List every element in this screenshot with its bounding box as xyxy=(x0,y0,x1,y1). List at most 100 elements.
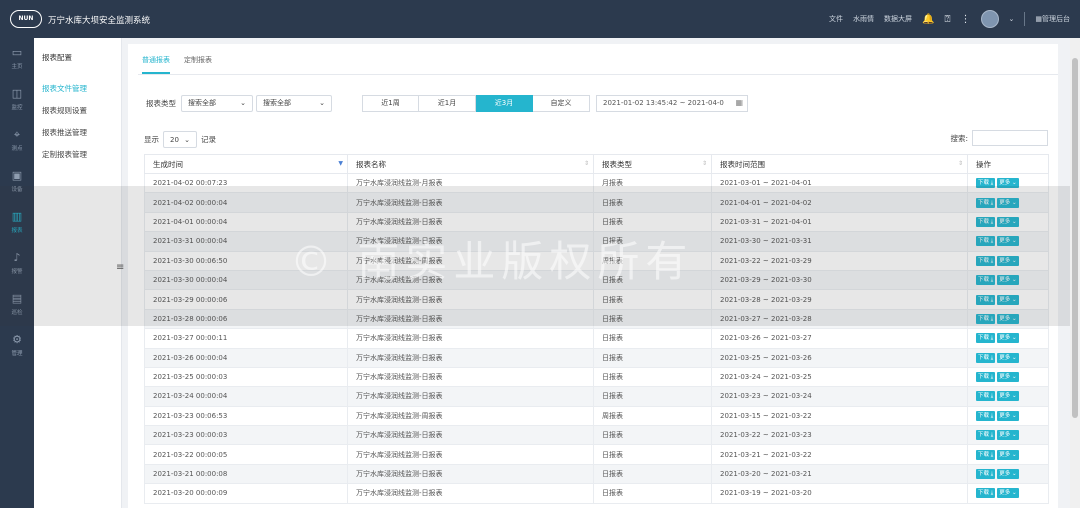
avatar[interactable] xyxy=(980,10,999,28)
row-actions: 下载 ⤓ 更多 ⌄ xyxy=(976,449,1048,460)
download-button[interactable]: 下载 ⤓ xyxy=(976,488,996,499)
more-button[interactable]: 更多 ⌄ xyxy=(997,275,1019,286)
cell-generated-time: 2021-03-23 00:00:03 xyxy=(144,425,348,446)
more-button[interactable]: 更多 ⌄ xyxy=(997,333,1019,344)
nav-item-monitor[interactable]: ◫ 监控 xyxy=(0,79,34,120)
cell-report-type: 周报表 xyxy=(593,405,712,427)
preset-3-months-button[interactable]: 近3月 xyxy=(476,94,533,112)
date-range-input[interactable]: 2021-01-02 13:45:42 ~ 2021-04-0 ▦ xyxy=(596,94,748,112)
more-button[interactable]: 更多 ⌄ xyxy=(997,236,1019,247)
more-button[interactable]: 更多 ⌄ xyxy=(997,469,1019,480)
cell-report-range: 2021-03-01 ~ 2021-04-01 xyxy=(711,172,968,194)
download-button[interactable]: 下载 ⤓ xyxy=(976,449,996,460)
download-button[interactable]: 下载 ⤓ xyxy=(976,410,996,421)
more-button[interactable]: 更多 ⌄ xyxy=(997,313,1019,324)
submenu-item-custom-reports[interactable]: 定制报表管理 xyxy=(34,144,121,166)
link-files[interactable]: 文件 xyxy=(829,14,843,24)
download-button[interactable]: 下载 ⤓ xyxy=(976,178,996,189)
link-data-screen[interactable]: 数据大屏 xyxy=(884,14,912,24)
cell-report-range: 2021-03-28 ~ 2021-03-29 xyxy=(711,289,968,310)
cell-actions: 下载 ⤓ 更多 ⌄ xyxy=(967,231,1049,252)
download-button[interactable]: 下载 ⤓ xyxy=(976,430,996,441)
col-report-range[interactable]: 报表时间范围 ⇕ xyxy=(711,154,968,174)
nav-item-reports[interactable]: ▥ 报表 xyxy=(0,202,34,243)
menu-toggle-icon[interactable]: ≡ xyxy=(116,262,124,273)
notification-icon[interactable]: 🔔 xyxy=(922,14,934,25)
col-generated-time[interactable]: 生成时间 ▼ xyxy=(144,154,348,174)
link-water-rain[interactable]: 水雨情 xyxy=(853,14,874,24)
page-scrollbar[interactable] xyxy=(1070,38,1080,508)
report-type-select-1[interactable]: 搜索全部 ⌄ xyxy=(181,94,253,112)
nav-item-manage[interactable]: ⚙ 管理 xyxy=(0,325,34,366)
chevron-down-icon: ⌄ xyxy=(184,135,190,144)
cell-actions: 下载 ⤓ 更多 ⌄ xyxy=(967,192,1049,213)
help-icon[interactable]: ⍰ xyxy=(945,14,951,25)
cell-report-name: 万宁水库浸润线监测-日报表 xyxy=(347,386,594,407)
download-button[interactable]: 下载 ⤓ xyxy=(976,469,996,480)
submenu-item-report-push[interactable]: 报表推送管理 xyxy=(34,122,121,144)
preset-1-week-button[interactable]: 近1周 xyxy=(362,94,419,112)
col-report-name[interactable]: 报表名称 ⇕ xyxy=(347,154,594,174)
download-button[interactable]: 下载 ⤓ xyxy=(976,255,996,266)
more-button[interactable]: 更多 ⌄ xyxy=(997,372,1019,383)
page-size-select[interactable]: 20 ⌄ xyxy=(163,131,197,148)
left-nav: ▭ 主页 ◫ 监控 ⌖ 测点 ▣ 设备 ▥ 报表 ♪ 报警 ▤ 巡检 ⚙ 管理 xyxy=(0,38,34,508)
more-label: 更多 xyxy=(999,199,1011,206)
chevron-down-icon: ⌄ xyxy=(240,99,246,107)
download-icon: ⤓ xyxy=(990,335,994,342)
cell-generated-time: 2021-03-23 00:06:53 xyxy=(144,405,348,427)
row-actions: 下载 ⤓ 更多 ⌄ xyxy=(976,469,1048,480)
download-button[interactable]: 下载 ⤓ xyxy=(976,372,996,383)
more-label: 更多 xyxy=(999,315,1011,322)
cell-report-name: 万宁水库浸润线监测-日报表 xyxy=(347,366,594,388)
more-button[interactable]: 更多 ⌄ xyxy=(997,449,1019,460)
nav-item-alarms[interactable]: ♪ 报警 xyxy=(0,243,34,284)
more-button[interactable]: 更多 ⌄ xyxy=(997,294,1019,305)
more-button[interactable]: 更多 ⌄ xyxy=(997,197,1019,208)
tab-custom-reports[interactable]: 定制报表 xyxy=(184,44,212,74)
submenu-item-report-files[interactable]: 报表文件管理 xyxy=(34,78,121,100)
download-button[interactable]: 下载 ⤓ xyxy=(976,313,996,324)
scroll-thumb[interactable] xyxy=(1072,58,1078,418)
more-button[interactable]: 更多 ⌄ xyxy=(997,488,1019,499)
col-report-type[interactable]: 报表类型 ⇕ xyxy=(593,154,712,174)
download-button[interactable]: 下载 ⤓ xyxy=(976,333,996,344)
preset-1-month-button[interactable]: 近1月 xyxy=(419,94,476,112)
download-button[interactable]: 下载 ⤓ xyxy=(976,391,996,402)
preset-custom-button[interactable]: 自定义 xyxy=(533,94,590,112)
chevron-down-icon: ⌄ xyxy=(1011,471,1017,478)
chevron-down-icon: ⌄ xyxy=(1011,199,1017,206)
download-button[interactable]: 下载 ⤓ xyxy=(976,197,996,208)
more-label: 更多 xyxy=(999,296,1011,303)
more-button[interactable]: 更多 ⌄ xyxy=(997,391,1019,402)
more-button[interactable]: 更多 ⌄ xyxy=(997,255,1019,266)
report-type-label: 报表类型 xyxy=(146,98,176,108)
admin-console-link[interactable]: ▦管理后台 xyxy=(1035,14,1070,24)
download-button[interactable]: 下载 ⤓ xyxy=(976,275,996,286)
tab-normal-reports[interactable]: 普通报表 xyxy=(142,44,170,74)
download-label: 下载 xyxy=(978,451,990,458)
more-button[interactable]: 更多 ⌄ xyxy=(997,352,1019,363)
more-button[interactable]: 更多 ⌄ xyxy=(997,216,1019,227)
download-button[interactable]: 下载 ⤓ xyxy=(976,216,996,227)
more-vertical-icon[interactable]: ⋮ xyxy=(961,14,971,25)
row-actions: 下载 ⤓ 更多 ⌄ xyxy=(976,313,1048,324)
chevron-down-icon[interactable]: ⌄ xyxy=(1009,15,1015,23)
sort-icon: ⇕ xyxy=(583,160,589,167)
nav-item-inspection[interactable]: ▤ 巡检 xyxy=(0,284,34,325)
download-button[interactable]: 下载 ⤓ xyxy=(976,294,996,305)
submenu-item-report-rules[interactable]: 报表规则设置 xyxy=(34,100,121,122)
more-button[interactable]: 更多 ⌄ xyxy=(997,178,1019,189)
report-type-select-2[interactable]: 搜索全部 ⌄ xyxy=(256,94,332,112)
download-button[interactable]: 下载 ⤓ xyxy=(976,236,996,247)
table-body: 2021-04-02 00:07:23 万宁水库浸润线监测-月报表 月报表 2021-… xyxy=(144,172,1049,504)
calendar-icon[interactable]: ▦ xyxy=(733,97,743,107)
nav-item-devices[interactable]: ▣ 设备 xyxy=(0,161,34,202)
search-input[interactable] xyxy=(972,130,1048,146)
download-icon: ⤓ xyxy=(990,393,994,400)
nav-item-points[interactable]: ⌖ 测点 xyxy=(0,120,34,161)
nav-item-home[interactable]: ▭ 主页 xyxy=(0,38,34,79)
more-button[interactable]: 更多 ⌄ xyxy=(997,430,1019,441)
more-button[interactable]: 更多 ⌄ xyxy=(997,410,1019,421)
download-button[interactable]: 下载 ⤓ xyxy=(976,352,996,363)
